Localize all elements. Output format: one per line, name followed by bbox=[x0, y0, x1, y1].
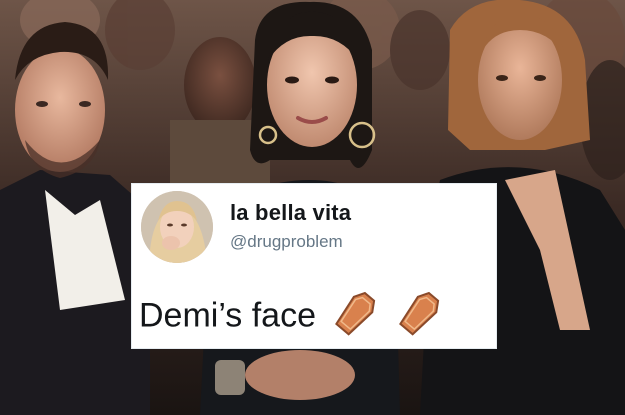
avatar-photo bbox=[141, 191, 213, 263]
tweet-card[interactable]: la bella vita @drugproblem Demi’s face bbox=[131, 183, 497, 349]
tweet-text-content: Demi’s face bbox=[139, 296, 316, 335]
tweet-text: Demi’s face bbox=[139, 290, 443, 345]
coffin-icon bbox=[397, 290, 443, 345]
avatar[interactable] bbox=[141, 191, 213, 263]
user-handle[interactable]: @drugproblem bbox=[230, 232, 343, 252]
display-name[interactable]: la bella vita bbox=[230, 200, 351, 226]
coffin-icon bbox=[333, 290, 379, 345]
